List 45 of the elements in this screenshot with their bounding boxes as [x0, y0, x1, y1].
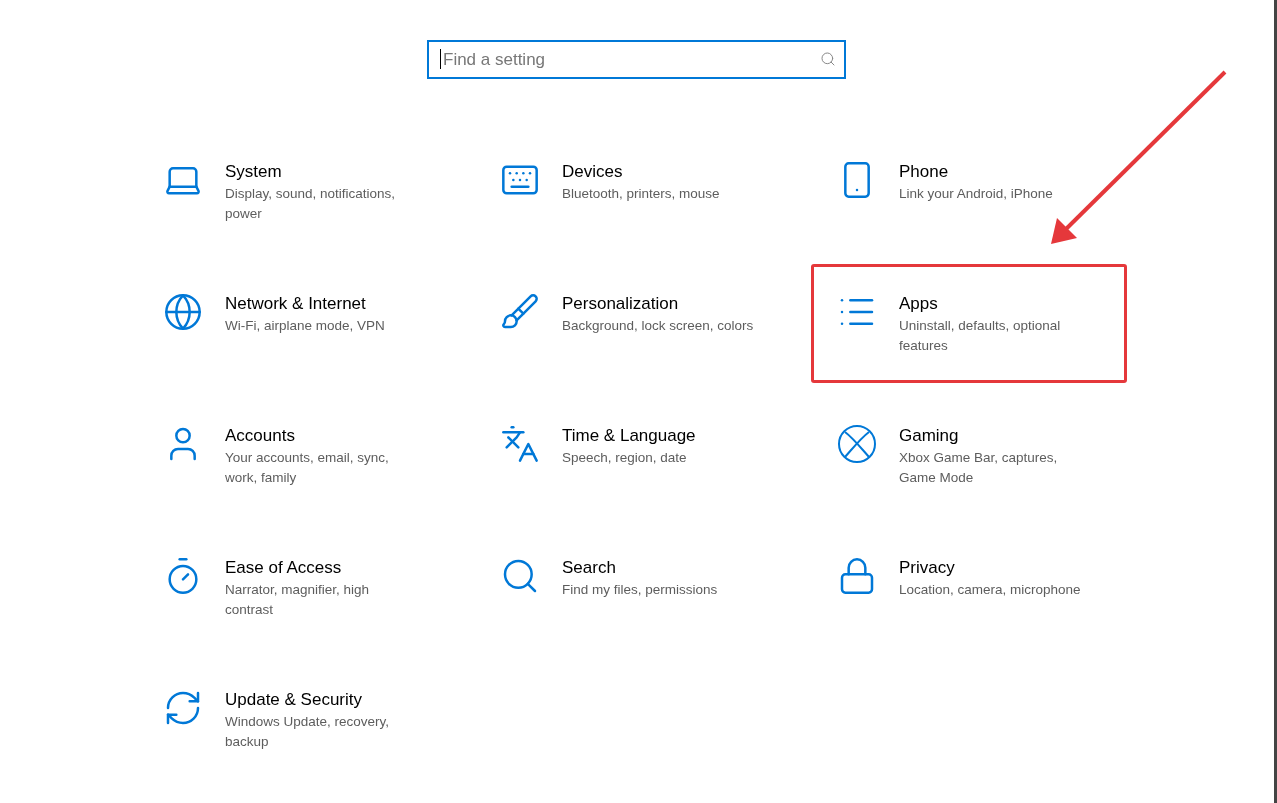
category-title: Privacy [899, 557, 956, 579]
category-tile[interactable]: Network & Internet Wi-Fi, airplane mode, VPN [137, 264, 453, 383]
circle-cross-icon [837, 424, 877, 464]
category-title: Ease of Access [225, 557, 343, 579]
category-title: Phone [899, 161, 950, 183]
category-title: Apps [899, 293, 939, 315]
category-description: Xbox Game Bar, captures, Game Mode [899, 449, 1059, 487]
search-icon [820, 51, 836, 67]
category-description: Bluetooth, printers, mouse [562, 185, 721, 203]
category-tile[interactable]: Devices Bluetooth, printers, mouse [474, 132, 790, 251]
category-tile[interactable]: Search Find my files, permissions [474, 528, 790, 647]
category-title: Search [562, 557, 617, 579]
category-tile[interactable]: Personalization Background, lock screen, colors [474, 264, 790, 383]
category-title: Personalization [562, 293, 680, 315]
category-tile[interactable]: Time & Language Speech, region, date [474, 396, 790, 515]
search-field[interactable]: Find a setting [427, 40, 846, 79]
category-description: Wi-Fi, airplane mode, VPN [225, 317, 386, 335]
category-description: Location, camera, microphone [899, 581, 1082, 599]
category-tile[interactable]: Update & Security Windows Update, recovery, backup [137, 660, 453, 779]
language-icon [500, 424, 540, 464]
category-description: Uninstall, defaults, optional features [899, 317, 1062, 355]
category-title: Devices [562, 161, 624, 183]
category-description: Your accounts, email, sync, work, family [225, 449, 390, 487]
category-description: Background, lock screen, colors [562, 317, 755, 335]
category-title: Accounts [225, 425, 296, 447]
category-description: Display, sound, notifications, power [225, 185, 397, 223]
category-description: Speech, region, date [562, 449, 688, 467]
category-tile[interactable]: Privacy Location, camera, microphone [811, 528, 1127, 647]
category-description: Narrator, magnifier, high contrast [225, 581, 371, 619]
globe-icon [163, 292, 203, 332]
category-tile[interactable]: Ease of Access Narrator, magnifier, high contrast [137, 528, 453, 647]
category-tile[interactable]: Accounts Your accounts, email, sync, work, family [137, 396, 453, 515]
text-cursor [440, 49, 441, 69]
category-title: System [225, 161, 283, 183]
category-description: Windows Update, recovery, backup [225, 713, 391, 751]
highlighted-category-tile[interactable]: Apps Uninstall, defaults, optional features [811, 264, 1127, 383]
category-description: Find my files, permissions [562, 581, 719, 599]
category-tile[interactable]: Gaming Xbox Game Bar, captures, Game Mode [811, 396, 1127, 515]
category-title: Gaming [899, 425, 960, 447]
category-title: Update & Security [225, 689, 363, 711]
category-title: Network & Internet [225, 293, 367, 315]
category-tile[interactable]: System Display, sound, notifications, power [137, 132, 453, 251]
category-tile[interactable]: Phone Link your Android, iPhone [811, 132, 1127, 251]
category-title: Time & Language [562, 425, 697, 447]
category-description: Link your Android, iPhone [899, 185, 1054, 203]
